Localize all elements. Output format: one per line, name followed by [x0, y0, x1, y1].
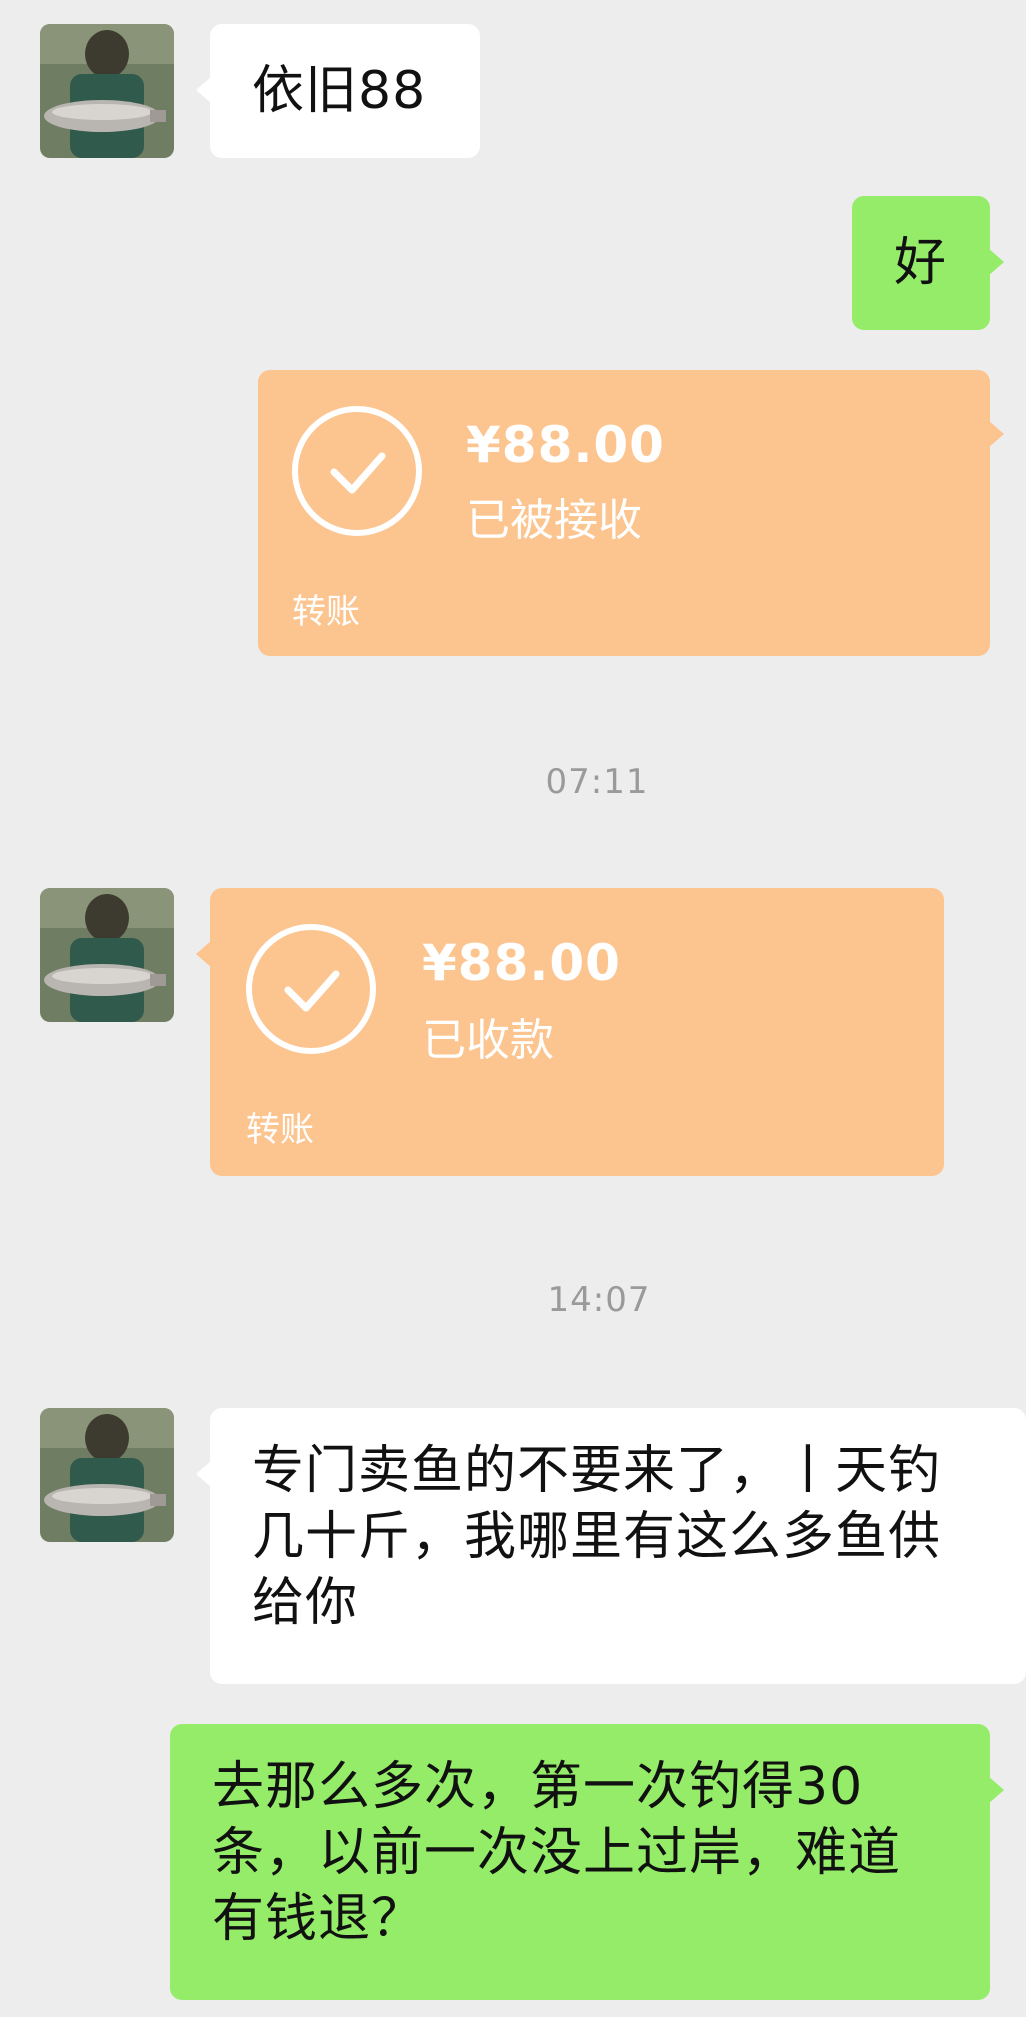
avatar[interactable]	[40, 888, 174, 1022]
message-line: 几十斤，我哪里有这么多鱼供	[252, 1507, 942, 1567]
bubble-tail	[988, 248, 1004, 276]
bubble-tail	[988, 420, 1004, 448]
message-text: 去那么多次，第一次钓得30 条，以前一次没上过岸，难道 有钱退？	[212, 1754, 972, 1952]
transfer-status: 已收款	[422, 1015, 554, 1066]
avatar-fisherman-image	[40, 24, 174, 158]
transfer-card[interactable]: ¥88.00 已收款 转账	[196, 888, 944, 1176]
transfer-status: 已被接收	[466, 495, 642, 546]
transfer-amount: ¥88.00	[466, 416, 665, 474]
message-bubble[interactable]: 好	[852, 196, 1004, 330]
message-line: 专门卖鱼的不要来了，丨天钓	[252, 1441, 942, 1501]
bubble-tail	[196, 1460, 212, 1488]
check-circle-icon	[246, 924, 376, 1054]
message-line: 有钱退？	[212, 1889, 425, 1949]
message-text: 好	[894, 233, 948, 293]
avatar-fisherman-image	[40, 888, 174, 1022]
transfer-label: 转账	[292, 592, 360, 632]
avatar[interactable]	[40, 1408, 174, 1542]
message-line: 去那么多次，第一次钓得30	[212, 1757, 864, 1817]
bubble-tail	[196, 940, 212, 968]
transfer-amount: ¥88.00	[422, 934, 621, 992]
message-bubble[interactable]: 去那么多次，第一次钓得30 条，以前一次没上过岸，难道 有钱退？	[170, 1724, 1004, 2000]
message-text: 专门卖鱼的不要来了，丨天钓 几十斤，我哪里有这么多鱼供 给你	[252, 1438, 1012, 1636]
message-line: 条，以前一次没上过岸，难道	[212, 1823, 902, 1883]
timestamp: 07:11	[545, 762, 649, 802]
message-bubble[interactable]: 专门卖鱼的不要来了，丨天钓 几十斤，我哪里有这么多鱼供 给你	[196, 1408, 1026, 1684]
message-text: 依旧88	[252, 61, 427, 121]
chat-window: 依旧88 好 ¥88.00 已被接收 转账 07:11 ¥88.00 已收款 转…	[0, 0, 1026, 2017]
bubble-tail	[988, 1776, 1004, 1804]
timestamp: 14:07	[547, 1280, 651, 1320]
avatar-fisherman-image	[40, 1408, 174, 1542]
transfer-card[interactable]: ¥88.00 已被接收 转账	[258, 370, 1004, 656]
bubble-tail	[196, 76, 212, 104]
message-bubble[interactable]: 依旧88	[196, 24, 480, 158]
avatar[interactable]	[40, 24, 174, 158]
check-circle-icon	[292, 406, 422, 536]
transfer-label: 转账	[246, 1110, 314, 1150]
message-line: 给你	[252, 1573, 359, 1633]
